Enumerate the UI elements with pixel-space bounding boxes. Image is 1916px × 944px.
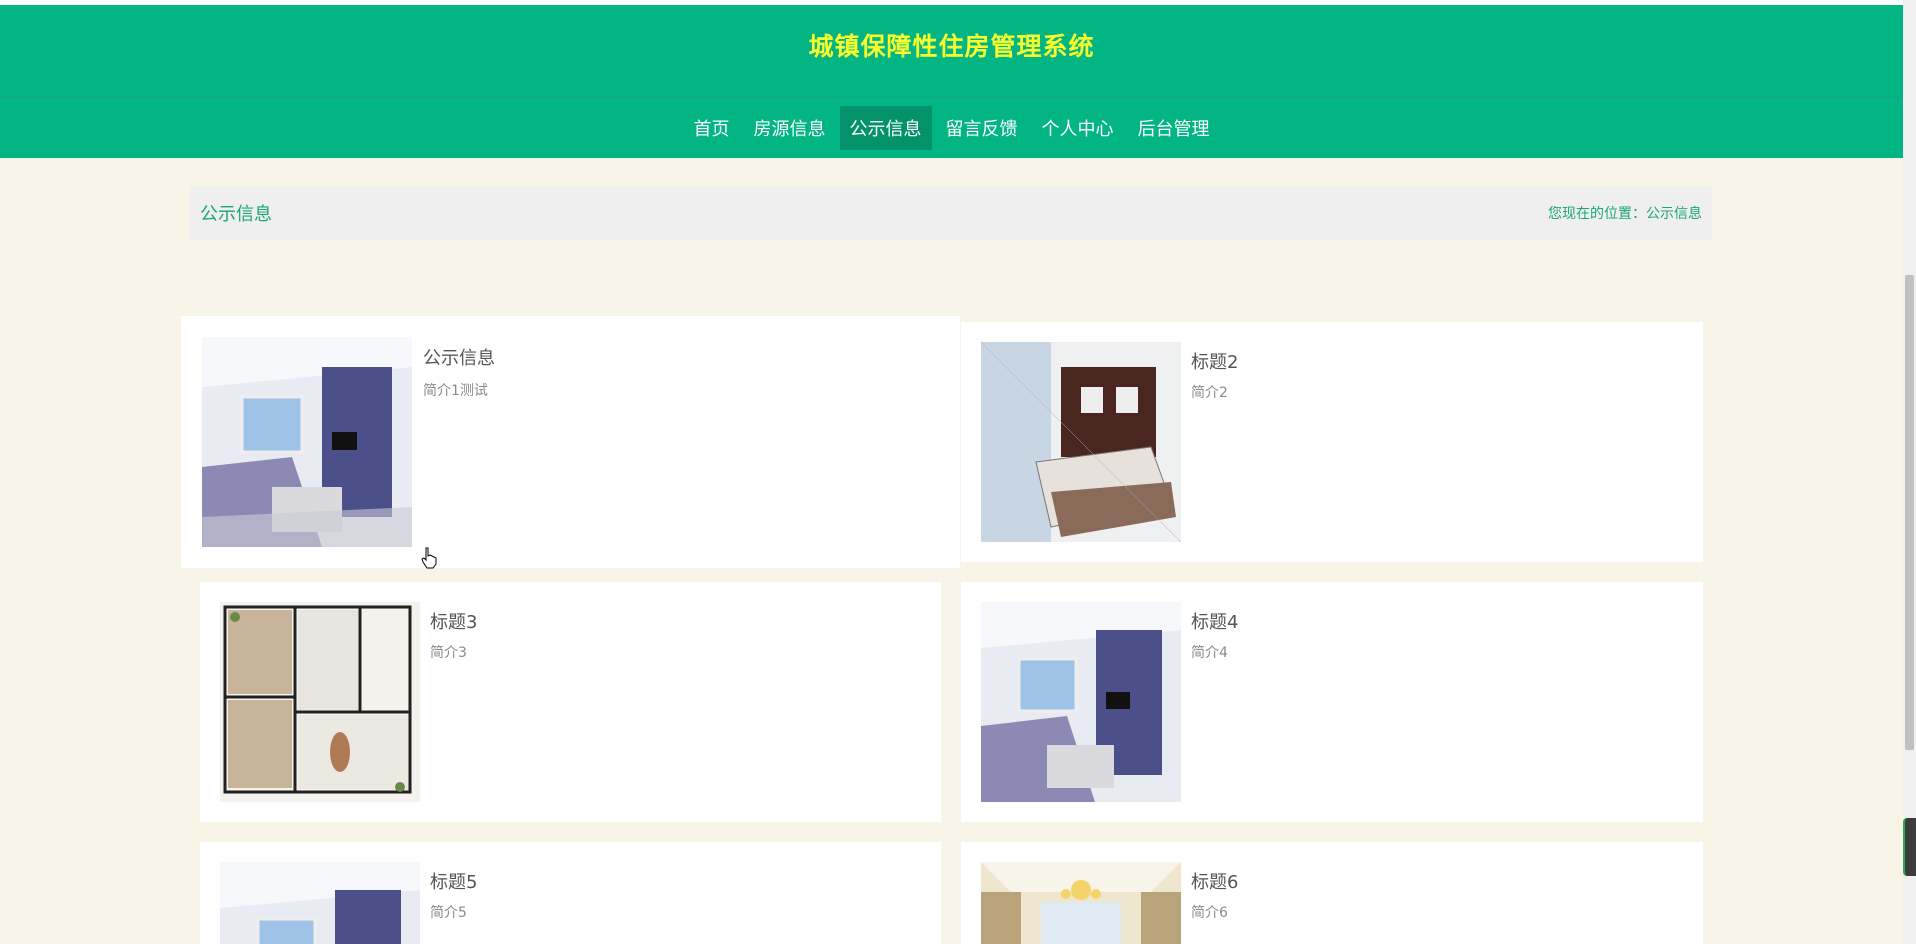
breadcrumb-bar: 公示信息 您现在的位置：公示信息 (190, 186, 1712, 240)
announcement-card[interactable]: 标题3 简介3 (200, 582, 941, 822)
site-header: 城镇保障性住房管理系统 (0, 5, 1903, 96)
nav-item-announcements[interactable]: 公示信息 (839, 105, 932, 150)
side-widget[interactable] (1903, 818, 1916, 876)
living-room-image[interactable] (220, 862, 420, 944)
card-title[interactable]: 标题4 (1191, 608, 1238, 634)
announcement-card[interactable]: 标题4 简介4 (961, 582, 1703, 822)
vertical-scrollbar[interactable] (1903, 0, 1916, 944)
bedroom-sketch-image[interactable] (981, 342, 1181, 542)
card-desc: 简介5 (430, 905, 467, 921)
nav-item-home[interactable]: 首页 (684, 106, 740, 150)
announcement-card[interactable]: 标题6 简介6 (961, 842, 1703, 944)
announcement-card[interactable]: 公示信息 简介1测试 (181, 316, 960, 568)
living-room-image[interactable] (202, 337, 412, 547)
card-desc: 简介2 (1191, 385, 1228, 401)
scrollbar-thumb[interactable] (1905, 275, 1914, 750)
card-title[interactable]: 公示信息 (423, 344, 495, 370)
card-title[interactable]: 标题2 (1191, 348, 1238, 374)
card-title[interactable]: 标题3 (430, 608, 477, 634)
card-desc: 简介3 (430, 645, 467, 661)
floor-plan-image[interactable] (220, 602, 420, 802)
site-title: 城镇保障性住房管理系统 (808, 31, 1095, 61)
card-desc: 简介4 (1191, 645, 1228, 661)
main-nav: 首页 房源信息 公示信息 留言反馈 个人中心 后台管理 (0, 96, 1903, 158)
nav-item-housing[interactable]: 房源信息 (744, 106, 836, 150)
announcement-card[interactable]: 标题5 简介5 (200, 842, 941, 944)
card-desc: 简介6 (1191, 905, 1228, 921)
announcement-card[interactable]: 标题2 简介2 (961, 322, 1703, 562)
chandelier-room-image[interactable] (981, 862, 1181, 944)
nav-item-admin[interactable]: 后台管理 (1128, 106, 1220, 150)
page-title: 公示信息 (200, 204, 272, 225)
breadcrumb: 您现在的位置：公示信息 (1548, 206, 1702, 222)
nav-item-feedback[interactable]: 留言反馈 (936, 106, 1028, 150)
card-desc: 简介1测试 (423, 383, 488, 399)
hand-cursor-icon (421, 547, 437, 573)
nav-item-personal-center[interactable]: 个人中心 (1032, 106, 1124, 150)
living-room-image[interactable] (981, 602, 1181, 802)
card-title[interactable]: 标题6 (1191, 868, 1238, 894)
card-title[interactable]: 标题5 (430, 868, 477, 894)
